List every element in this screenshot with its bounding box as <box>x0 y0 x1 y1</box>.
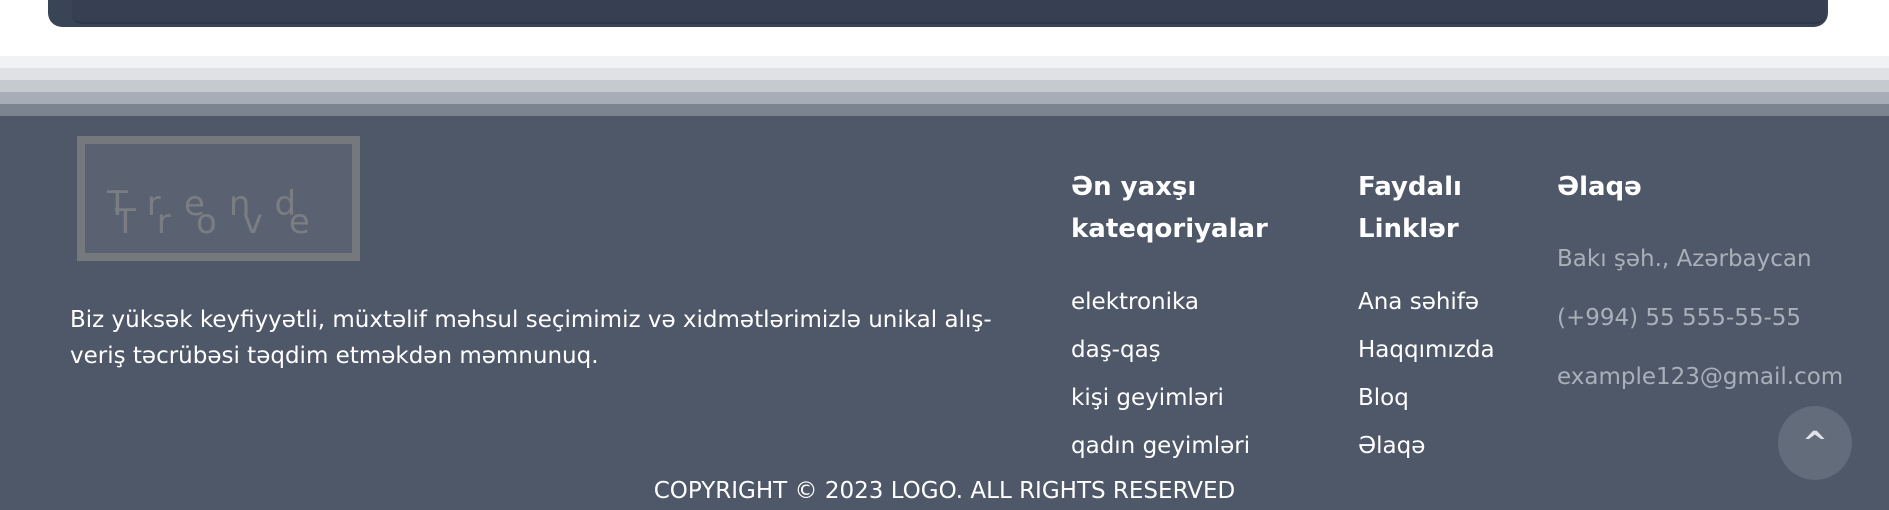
contact-address: Bakı şəh., Azərbaycan <box>1557 246 1812 272</box>
contact-list: Bakı şəh., Azərbaycan (+994) 55 555-55-5… <box>1557 230 1843 407</box>
category-link-jewelry[interactable]: daş-qaş <box>1071 326 1250 374</box>
categories-list: elektronika daş-qaş kişi geyimləri qadın… <box>1071 278 1250 470</box>
contact-title: Əlaqə <box>1557 172 1642 202</box>
contact-phone[interactable]: (+994) 55 555-55-55 <box>1557 289 1843 348</box>
contact-email[interactable]: example123@gmail.com <box>1557 348 1843 407</box>
about-text: Biz yüksək keyfiyyətli, müxtəlif məhsul … <box>70 307 992 369</box>
useful-links-list: Ana səhifə Haqqımızda Bloq Əlaqə <box>1358 278 1495 470</box>
category-link-electronics[interactable]: elektronika <box>1071 278 1250 326</box>
logo-text-line2: Trove <box>115 202 336 242</box>
wave-band-5 <box>0 104 1889 116</box>
copyright-text: COPYRIGHT © 2023 LOGO. ALL RIGHTS RESERV… <box>653 478 1236 504</box>
wave-band-3 <box>0 80 1889 92</box>
category-link-womens-clothing[interactable]: qadın geyimləri <box>1071 422 1250 470</box>
wave-band-4 <box>0 92 1889 104</box>
chevron-up-icon: ^ <box>1802 425 1828 461</box>
category-link-mens-clothing[interactable]: kişi geyimləri <box>1071 374 1250 422</box>
nav-link-blog[interactable]: Bloq <box>1358 374 1495 422</box>
scroll-to-top-button[interactable]: ^ <box>1778 406 1852 480</box>
nav-link-home[interactable]: Ana səhifə <box>1358 278 1495 326</box>
wave-band-1 <box>0 56 1889 68</box>
site-footer: Trend Trove Biz yüksək keyfiyyətli, müxt… <box>0 116 1889 510</box>
previous-section-bottom <box>0 0 1889 27</box>
wave-band-2 <box>0 68 1889 80</box>
useful-links-title: Faydalı Linklər <box>1358 172 1462 244</box>
nav-link-contact[interactable]: Əlaqə <box>1358 422 1495 470</box>
nav-link-about[interactable]: Haqqımızda <box>1358 326 1495 374</box>
previous-section-inner-panel <box>72 0 1826 24</box>
trend-trove-logo[interactable]: Trend Trove <box>77 136 360 261</box>
categories-title: Ən yaxşı kateqoriyalar <box>1071 172 1268 244</box>
